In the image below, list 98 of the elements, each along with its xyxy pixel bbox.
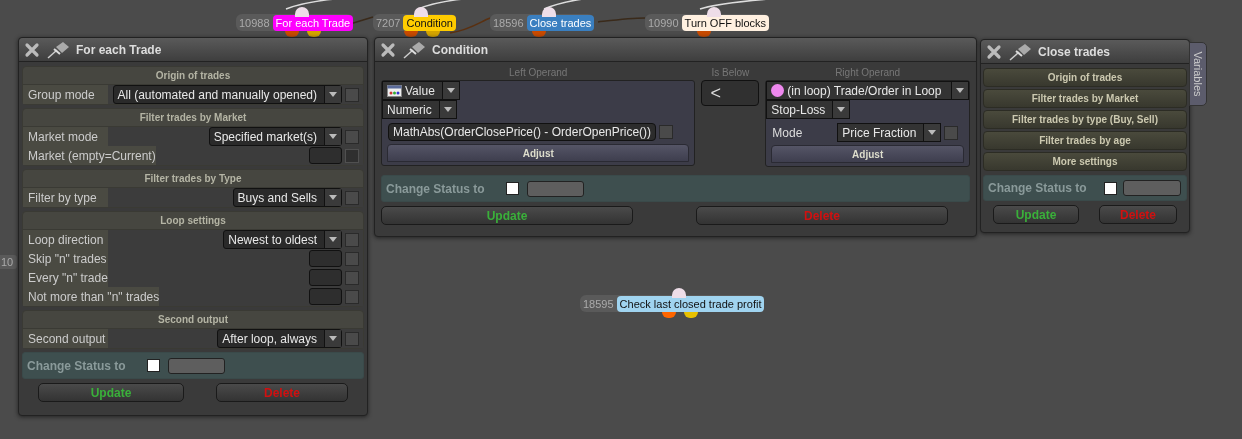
operator-field[interactable]: < — [701, 80, 760, 106]
action-button[interactable]: Update — [993, 205, 1079, 224]
status-color-swatch[interactable] — [506, 182, 519, 195]
dropdown[interactable]: Buys and Sells — [232, 188, 342, 207]
window-title: For each Trade — [76, 42, 162, 57]
block-label[interactable]: Condition — [403, 14, 456, 31]
output-port[interactable] — [284, 31, 299, 37]
pin-icon[interactable] — [402, 40, 426, 59]
checkbox[interactable] — [345, 129, 359, 144]
status-field[interactable] — [1123, 180, 1181, 196]
field-label: Group mode — [23, 85, 108, 104]
block-label[interactable]: Turn OFF blocks — [681, 14, 770, 31]
connection-wire — [597, 17, 646, 23]
column-heading: Left Operand — [509, 66, 568, 80]
status-label: Change Status to — [988, 181, 1088, 195]
dropdown[interactable]: After loop, always — [217, 329, 342, 348]
checkbox[interactable] — [345, 87, 359, 102]
expression-field[interactable]: MathAbs(OrderClosePrice() - OrderOpenPrice()) — [388, 123, 657, 141]
field-label: Not more than "n" trades — [23, 287, 160, 306]
input-field[interactable] — [309, 288, 342, 305]
input-port[interactable] — [414, 7, 429, 17]
status-field[interactable] — [168, 357, 225, 374]
status-color-swatch[interactable] — [147, 359, 160, 372]
block-label[interactable]: Close trades — [526, 14, 595, 31]
checkbox[interactable] — [944, 125, 959, 140]
input-port[interactable] — [707, 7, 722, 17]
circle-icon — [771, 84, 785, 97]
block-number: 10990 — [648, 16, 680, 29]
block-number: 7207 — [376, 16, 402, 29]
caret-icon — [951, 82, 968, 99]
caret-icon — [441, 82, 459, 99]
field-label: Filter by type — [23, 188, 108, 207]
output-port[interactable] — [662, 312, 677, 318]
field-label: Mode — [772, 125, 804, 140]
block-number: 10988 — [239, 16, 271, 29]
output-port[interactable] — [306, 31, 321, 37]
caret-icon — [923, 124, 941, 141]
checkbox[interactable] — [659, 125, 674, 139]
action-button[interactable]: Update — [38, 383, 184, 402]
block-number: 18596 — [493, 16, 525, 29]
output-port[interactable] — [697, 31, 712, 37]
action-button[interactable]: Update — [381, 206, 633, 225]
section-button[interactable]: More settings — [983, 152, 1187, 171]
output-port[interactable] — [532, 31, 547, 37]
block-number: 10 — [0, 255, 18, 269]
checkbox[interactable] — [345, 251, 359, 266]
field-label: Market mode — [23, 127, 108, 146]
section-button[interactable]: Origin of trades — [983, 68, 1187, 87]
dropdown[interactable]: Stop-Loss — [766, 100, 851, 119]
field-label: Second output — [23, 329, 108, 348]
checkbox[interactable] — [345, 270, 359, 285]
input-port[interactable] — [542, 7, 557, 17]
dropdown[interactable]: Price Fraction — [837, 123, 942, 142]
value-icon — [387, 84, 402, 97]
input-port[interactable] — [672, 288, 687, 298]
adjust-button[interactable]: Adjust — [771, 145, 964, 163]
field-label: Every "n" trade — [23, 268, 108, 287]
pin-icon[interactable] — [46, 40, 70, 59]
section-button[interactable]: Filter trades by age — [983, 131, 1187, 150]
status-label: Change Status to — [386, 181, 486, 196]
field-label: Skip "n" trades — [23, 249, 108, 268]
input-field[interactable] — [309, 147, 342, 164]
input-field[interactable] — [309, 269, 342, 286]
dropdown[interactable]: Specified market(s) — [208, 127, 342, 146]
input-field[interactable] — [309, 250, 342, 267]
dropdown[interactable]: Value — [382, 81, 460, 100]
status-label: Change Status to — [27, 358, 127, 373]
field-label: Loop direction — [23, 230, 108, 249]
output-port[interactable] — [426, 31, 441, 37]
column-heading: Right Operand — [835, 66, 901, 80]
close-icon[interactable] — [380, 41, 396, 58]
checkbox[interactable] — [345, 289, 359, 304]
status-field[interactable] — [527, 180, 584, 197]
close-icon[interactable] — [986, 43, 1002, 60]
block-label[interactable]: Check last closed trade profit — [616, 295, 765, 312]
dropdown[interactable]: Numeric — [382, 100, 457, 119]
close-icon[interactable] — [24, 41, 40, 58]
checkbox[interactable] — [345, 331, 359, 346]
dropdown[interactable]: (in loop) Trade/Order in Loop — [766, 81, 969, 100]
output-port[interactable] — [404, 31, 419, 37]
checkbox[interactable] — [345, 232, 359, 247]
checkbox[interactable] — [345, 190, 359, 205]
dropdown[interactable]: All (automated and manually opened) — [112, 85, 342, 104]
caret-icon — [438, 101, 456, 118]
side-tab[interactable]: Variables — [1189, 42, 1207, 106]
caret-icon — [832, 101, 850, 118]
window-title: Condition — [432, 42, 488, 57]
pin-icon[interactable] — [1008, 42, 1032, 61]
adjust-button[interactable]: Adjust — [387, 144, 690, 162]
input-port[interactable] — [294, 7, 309, 17]
dropdown[interactable]: Newest to oldest — [223, 230, 342, 249]
output-port[interactable] — [684, 312, 699, 318]
block-number: 18595 — [583, 297, 615, 310]
window-title: Close trades — [1038, 44, 1111, 59]
section-button[interactable]: Filter trades by type (Buy, Sell) — [983, 110, 1187, 129]
field-label: Market (empty=Current) — [23, 146, 156, 165]
status-color-swatch[interactable] — [1104, 181, 1117, 195]
section-button[interactable]: Filter trades by Market — [983, 89, 1187, 108]
